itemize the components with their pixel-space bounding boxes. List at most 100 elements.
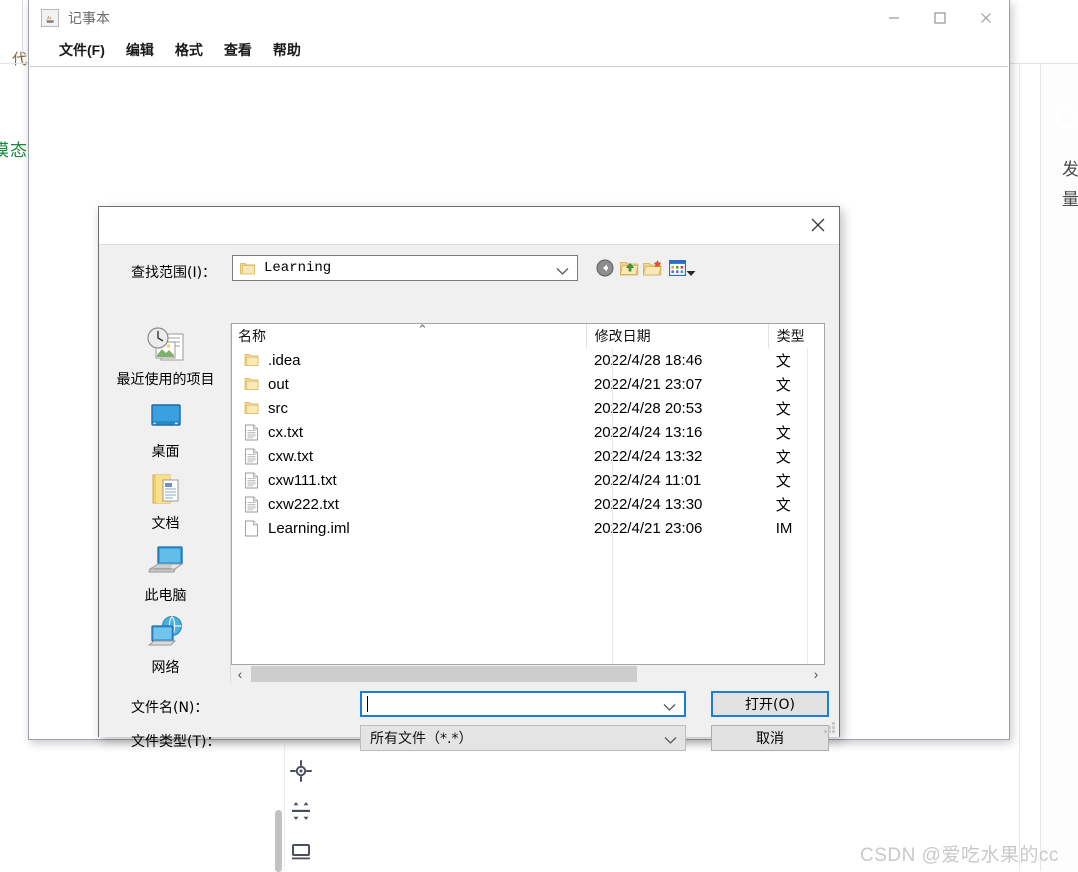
file-list-row[interactable]: out 2022/4/21 23:07 文	[232, 372, 824, 396]
file-name-cell: .idea	[232, 352, 586, 369]
documents-icon	[144, 469, 188, 511]
chevron-down-icon[interactable]	[686, 264, 696, 280]
background-clipped-char-1: 发	[1062, 160, 1078, 179]
file-list-row[interactable]: src 2022/4/28 20:53 文	[232, 396, 824, 420]
place-documents[interactable]: 文档	[101, 467, 230, 539]
column-header-label: 类型	[776, 328, 805, 344]
filetype-value: 所有文件（*.*）	[370, 731, 473, 747]
background-tool-column	[287, 760, 315, 862]
close-icon[interactable]	[801, 210, 835, 240]
file-date-cell: 2022/4/24 13:30	[593, 495, 703, 513]
chevron-down-icon[interactable]	[664, 732, 677, 748]
back-button[interactable]	[593, 256, 617, 280]
chevron-down-icon[interactable]	[556, 263, 569, 279]
notepad-menubar: 文件(F) 编辑 格式 查看 帮助	[29, 36, 1009, 64]
place-label: 网络	[151, 659, 180, 675]
column-header-name[interactable]: 名称 ⌃	[232, 324, 586, 348]
recent-items-icon	[144, 325, 188, 367]
background-code-char: 代	[12, 51, 28, 68]
background-green-text: 模态	[0, 141, 28, 160]
cancel-button[interactable]: 取消	[711, 725, 829, 751]
network-icon	[144, 613, 188, 655]
file-list-row[interactable]: .idea 2022/4/28 18:46 文	[232, 348, 824, 372]
place-this-pc[interactable]: 此电脑	[101, 539, 230, 611]
file-list-row[interactable]: cxw222.txt 2022/4/24 13:30 文	[232, 492, 824, 516]
file-name-cell: cxw.txt	[232, 448, 586, 465]
file-type-cell: 文	[775, 424, 791, 442]
file-type-cell: IM	[775, 519, 793, 537]
file-name-label: cx.txt	[268, 423, 304, 441]
screen-icon[interactable]	[290, 840, 312, 862]
notepad-titlebar[interactable]: 记事本	[29, 0, 1009, 36]
file-list-row[interactable]: Learning.iml 2022/4/21 23:06 IM	[232, 516, 824, 540]
maximize-icon[interactable]	[917, 0, 963, 36]
file-date-cell: 2022/4/28 20:53	[593, 399, 703, 417]
file-open-dialog: 查找范围(I)： Learning 最近使用的项目 桌面 文档 此电脑 网络 名…	[98, 206, 840, 751]
info-circle-icon	[1056, 107, 1078, 129]
background-toolbar-separator	[284, 745, 285, 871]
distribute-icon[interactable]	[290, 800, 312, 822]
blank-file-icon	[244, 520, 259, 537]
filetype-combo[interactable]: 所有文件（*.*）	[360, 725, 686, 751]
minimize-icon[interactable]	[871, 0, 917, 36]
background-scrollbar-thumb[interactable]	[275, 810, 282, 872]
file-list-row[interactable]: cxw111.txt 2022/4/24 11:01 文	[232, 468, 824, 492]
place-label: 文档	[151, 515, 180, 531]
file-list[interactable]: 名称 ⌃ 修改日期 类型 .idea 2022/4/28 18:46 文 out 202…	[231, 323, 825, 665]
folder-icon	[233, 261, 255, 275]
horizontal-scrollbar[interactable]: ‹ ›	[231, 665, 825, 683]
file-type-cell: 文	[775, 496, 791, 514]
column-header-date[interactable]: 修改日期	[585, 324, 768, 348]
open-button[interactable]: 打开(O)	[711, 691, 829, 717]
target-crosshair-icon[interactable]	[290, 760, 312, 782]
menu-view[interactable]: 查看	[224, 40, 252, 60]
look-in-value: Learning	[264, 260, 332, 276]
file-name-cell: Learning.iml	[232, 520, 586, 537]
sort-ascending-icon: ⌃	[417, 323, 428, 337]
column-separator	[612, 324, 613, 664]
menu-edit[interactable]: 编辑	[126, 40, 154, 60]
up-one-level-button[interactable]	[617, 256, 641, 280]
column-separator	[807, 324, 808, 664]
file-name-label: src	[268, 399, 288, 417]
place-desktop[interactable]: 桌面	[101, 395, 230, 467]
text-caret	[367, 696, 368, 712]
file-date-cell: 2022/4/21 23:07	[593, 375, 703, 393]
file-date-cell: 2022/4/24 13:16	[593, 423, 703, 441]
menu-file[interactable]: 文件(F)	[59, 40, 105, 60]
resize-grip[interactable]	[823, 721, 836, 734]
file-name-cell: cxw111.txt	[232, 472, 586, 489]
scroll-left-arrow-icon[interactable]: ‹	[231, 665, 249, 683]
filetype-label: 文件类型(T)：	[131, 734, 221, 750]
filename-input[interactable]	[360, 691, 686, 717]
file-type-cell: 文	[775, 400, 791, 418]
place-network[interactable]: 网络	[101, 611, 230, 683]
file-list-row[interactable]: cxw.txt 2022/4/24 13:32 文	[232, 444, 824, 468]
dialog-titlebar[interactable]	[99, 207, 839, 245]
this-pc-icon	[144, 541, 188, 583]
menu-format[interactable]: 格式	[175, 40, 203, 60]
scrollbar-thumb[interactable]	[251, 666, 637, 682]
file-type-cell: 文	[775, 376, 791, 394]
file-list-row[interactable]: cx.txt 2022/4/24 13:16 文	[232, 420, 824, 444]
csdn-watermark: CSDN @爱吃水果的cc	[860, 845, 1059, 866]
scroll-right-arrow-icon[interactable]: ›	[807, 665, 825, 683]
look-in-combo[interactable]: Learning	[232, 255, 578, 281]
file-list-rows: .idea 2022/4/28 18:46 文 out 2022/4/21 23:07 文…	[232, 348, 824, 540]
place-label: 此电脑	[144, 587, 187, 603]
scrollbar-track[interactable]	[249, 665, 807, 683]
text-file-icon	[244, 496, 259, 513]
column-header-type[interactable]: 类型	[767, 324, 824, 348]
new-folder-button[interactable]	[640, 256, 664, 280]
file-name-label: out	[268, 375, 289, 393]
place-recent-items[interactable]: 最近使用的项目	[101, 323, 230, 395]
menu-help[interactable]: 帮助	[273, 40, 301, 60]
close-icon[interactable]	[963, 0, 1009, 36]
file-name-label: cxw111.txt	[268, 471, 337, 489]
filename-label: 文件名(N)：	[131, 700, 209, 716]
dialog-body: 查找范围(I)： Learning 最近使用的项目 桌面 文档 此电脑 网络 名…	[99, 245, 839, 751]
file-date-cell: 2022/4/21 23:06	[593, 519, 703, 537]
file-name-label: cxw.txt	[268, 447, 314, 465]
folder-icon	[244, 376, 259, 393]
chevron-down-icon[interactable]	[663, 699, 676, 715]
